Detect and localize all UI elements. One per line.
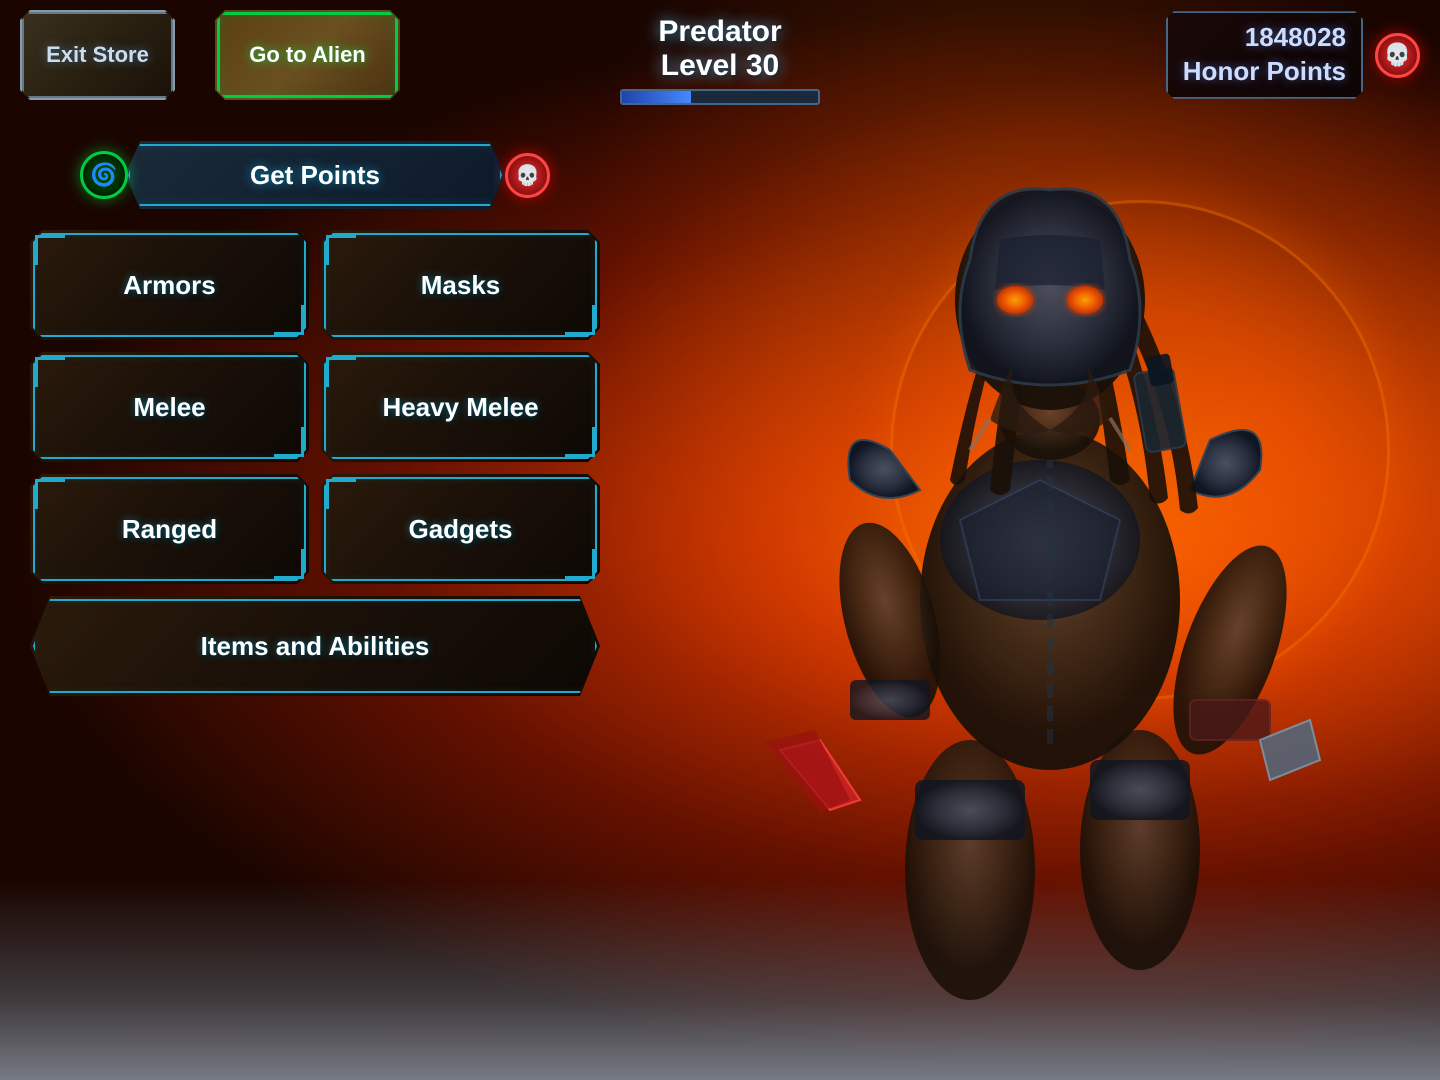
armors-button[interactable]: Armors	[30, 230, 309, 340]
xp-bar-container	[620, 89, 820, 105]
corner-tl-heavy-melee	[326, 357, 356, 387]
items-abilities-button[interactable]: Items and Abilities	[30, 596, 600, 696]
masks-button[interactable]: Masks	[321, 230, 600, 340]
skull-symbol: 💀	[1384, 42, 1411, 68]
gadgets-button[interactable]: Gadgets	[321, 474, 600, 584]
melee-button[interactable]: Melee	[30, 352, 309, 462]
corner-br-armors	[274, 305, 304, 335]
get-points-row: 🌀 Get Points 💀	[30, 140, 600, 210]
menu-panel: 🌀 Get Points 💀 Armors Masks	[30, 140, 600, 696]
menu-grid-row3: Ranged Gadgets	[30, 474, 600, 584]
top-header: Exit Store Go to Alien Predator Level 30…	[0, 0, 1440, 110]
masks-label: Masks	[421, 270, 501, 301]
skull-symbol-small: 💀	[515, 163, 540, 188]
player-name: Predator	[620, 15, 820, 49]
corner-br-gadgets	[565, 549, 595, 579]
melee-label: Melee	[133, 392, 205, 423]
honor-points-label: Honor Points	[1183, 55, 1346, 89]
corner-tl-ranged	[35, 479, 65, 509]
player-level: Level 30	[620, 49, 820, 83]
ranged-button[interactable]: Ranged	[30, 474, 309, 584]
corner-tl-gadgets	[326, 479, 356, 509]
ranged-label: Ranged	[122, 514, 217, 545]
corner-br-masks	[565, 305, 595, 335]
header-left-buttons: Exit Store Go to Alien	[20, 10, 400, 100]
skull-icon-small[interactable]: 💀	[505, 153, 550, 198]
green-swirl-icon[interactable]: 🌀	[80, 151, 128, 199]
honor-points-amount: 1848028	[1183, 21, 1346, 55]
ui-layer: Exit Store Go to Alien Predator Level 30…	[0, 0, 1440, 1080]
heavy-melee-button[interactable]: Heavy Melee	[321, 352, 600, 462]
armors-label: Armors	[123, 270, 215, 301]
skull-icon-honor: 💀	[1375, 33, 1420, 78]
corner-tl-armors	[35, 235, 65, 265]
get-points-button[interactable]: Get Points	[125, 141, 505, 209]
xp-bar-fill	[622, 91, 691, 103]
corner-br-ranged	[274, 549, 304, 579]
gadgets-label: Gadgets	[408, 514, 512, 545]
menu-grid-row1: Armors Masks	[30, 230, 600, 340]
exit-store-button[interactable]: Exit Store	[20, 10, 175, 100]
corner-tl-melee	[35, 357, 65, 387]
goto-alien-button[interactable]: Go to Alien	[215, 10, 400, 100]
items-abilities-label: Items and Abilities	[201, 631, 430, 662]
heavy-melee-label: Heavy Melee	[382, 392, 538, 423]
corner-br-heavy-melee	[565, 427, 595, 457]
corner-br-melee	[274, 427, 304, 457]
goto-alien-label: Go to Alien	[249, 42, 366, 68]
corner-tl-masks	[326, 235, 356, 265]
honor-points-box: 1848028 Honor Points	[1166, 11, 1363, 99]
honor-points-section: 1848028 Honor Points 💀	[1166, 11, 1420, 99]
player-info: Predator Level 30	[620, 15, 820, 105]
exit-store-label: Exit Store	[46, 42, 149, 68]
get-points-label: Get Points	[250, 160, 380, 191]
swirl-symbol: 🌀	[90, 162, 117, 188]
menu-grid-row2: Melee Heavy Melee	[30, 352, 600, 462]
